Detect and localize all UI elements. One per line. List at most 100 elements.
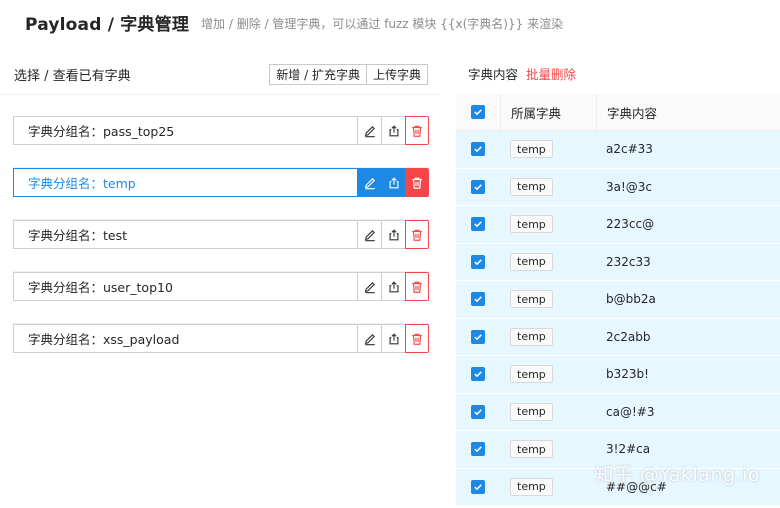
dictionary-list-header: 选择 / 查看已有字典 新增 / 扩充字典 上传字典 [14,62,428,86]
row-checkbox[interactable] [471,142,485,157]
table-body: temp a2c#33 temp 3a!@3c temp 223cc@ temp 232c33… [456,131,780,506]
dict-cell: temp [500,356,596,393]
select-all-cell [456,94,500,131]
delete-button[interactable] [405,220,429,249]
dictionary-group-item[interactable]: 字典分组名：user_top10 [13,272,429,301]
edit-button[interactable] [357,272,381,301]
share-icon [388,332,399,344]
table-row[interactable]: temp b323b! [456,356,780,394]
row-checkbox[interactable] [471,217,485,232]
add-dictionary-button[interactable]: 新增 / 扩充字典 [269,63,367,85]
dictionary-group-name[interactable]: 字典分组名：temp [13,168,357,197]
trash-icon [412,229,422,241]
share-icon [388,176,399,188]
row-checkbox[interactable] [471,367,485,382]
dict-cell: temp [500,318,596,355]
share-icon [388,228,399,240]
dictionary-group-item[interactable]: 字典分组名：test [13,220,429,249]
check-icon [474,409,482,416]
dict-cell: temp [500,168,596,205]
row-checkbox[interactable] [471,254,485,269]
dictionary-group-name[interactable]: 字典分组名：user_top10 [13,272,357,301]
delete-button[interactable] [405,272,429,301]
trash-icon [412,177,422,189]
table-row[interactable]: temp 232c33 [456,243,780,281]
column-header-content: 字典内容 [596,93,780,131]
dictionary-content-header: 字典内容 批量删除 [468,64,576,83]
edit-button[interactable] [357,116,381,145]
row-check-cell [456,393,500,430]
content-cell: ca@!#3 [606,404,655,419]
share-icon [388,280,399,292]
table-row[interactable]: temp a2c#33 [456,131,780,169]
list-item: 字典分组名：temp [13,168,429,220]
check-icon [474,446,482,453]
delete-button[interactable] [405,116,429,145]
list-item: 字典分组名：pass_top25 [13,116,429,168]
dict-tag: temp [510,215,553,234]
row-checkbox[interactable] [471,179,485,194]
dictionary-group-item-selected[interactable]: 字典分组名：temp [13,168,429,197]
table-row[interactable]: temp 3a!@3c [456,168,780,206]
dictionary-group-item[interactable]: 字典分组名：pass_top25 [13,116,429,145]
row-checkbox[interactable] [471,329,485,344]
row-checkbox[interactable] [471,442,485,457]
check-icon [474,109,482,116]
column-header-dict: 所属字典 [500,93,596,131]
trash-icon [412,333,422,345]
check-icon [474,221,482,228]
content-cell: 232c33 [606,254,651,269]
edit-icon [364,229,375,241]
table-row[interactable]: temp b@bb2a [456,281,780,319]
table-row[interactable]: temp 2c2abb [456,318,780,356]
table-row[interactable]: temp 223cc@ [456,206,780,244]
check-icon [474,259,482,266]
dict-tag: temp [510,177,553,196]
select-all-checkbox[interactable] [471,105,485,119]
dictionary-group-name[interactable]: 字典分组名：pass_top25 [13,116,357,145]
dict-tag: temp [510,477,553,496]
edit-button[interactable] [357,168,381,197]
dictionary-group-name[interactable]: 字典分组名：test [13,220,357,249]
row-check-cell [456,318,500,355]
dict-tag: temp [510,440,553,459]
dict-cell: temp [500,431,596,468]
check-icon [474,146,482,153]
dict-cell: temp [500,206,596,243]
row-check-cell [456,356,500,393]
dictionary-group-name[interactable]: 字典分组名：xss_payload [13,324,357,353]
dict-cell: temp [500,468,596,505]
content-cell: 2c2abb [606,329,651,344]
row-checkbox[interactable] [471,479,485,494]
dict-tag: temp [510,365,553,384]
export-button[interactable] [381,272,405,301]
upload-dictionary-button[interactable]: 上传字典 [366,63,428,85]
export-button[interactable] [381,324,405,353]
dict-cell: temp [500,393,596,430]
dictionary-list-panel: 选择 / 查看已有字典 新增 / 扩充字典 上传字典 字典分组名：pass_to… [0,44,440,508]
edit-icon [364,281,375,293]
edit-button[interactable] [357,220,381,249]
row-check-cell [456,243,500,280]
dictionary-group-item[interactable]: 字典分组名：xss_payload [13,324,429,353]
dictionary-content-panel: 字典内容 批量删除 所属字典 字典内容 temp a2c#33 temp 3a!@3c… [456,44,780,508]
row-checkbox[interactable] [471,404,485,419]
row-checkbox[interactable] [471,292,485,307]
delete-button[interactable] [405,168,429,197]
content-cell: 223cc@ [606,217,655,232]
dictionary-actions: 新增 / 扩充字典 上传字典 [269,63,428,85]
check-icon [474,334,482,341]
batch-delete-link[interactable]: 批量删除 [526,64,576,83]
export-button[interactable] [381,116,405,145]
delete-button[interactable] [405,324,429,353]
export-button[interactable] [381,220,405,249]
dict-tag: temp [510,402,553,421]
row-check-cell [456,131,500,168]
row-check-cell [456,431,500,468]
table-row[interactable]: temp ca@!#3 [456,393,780,431]
content-cell: 3a!@3c [606,179,653,194]
edit-button[interactable] [357,324,381,353]
export-button[interactable] [381,168,405,197]
list-item: 字典分组名：xss_payload [13,324,429,376]
list-item: 字典分组名：test [13,220,429,272]
